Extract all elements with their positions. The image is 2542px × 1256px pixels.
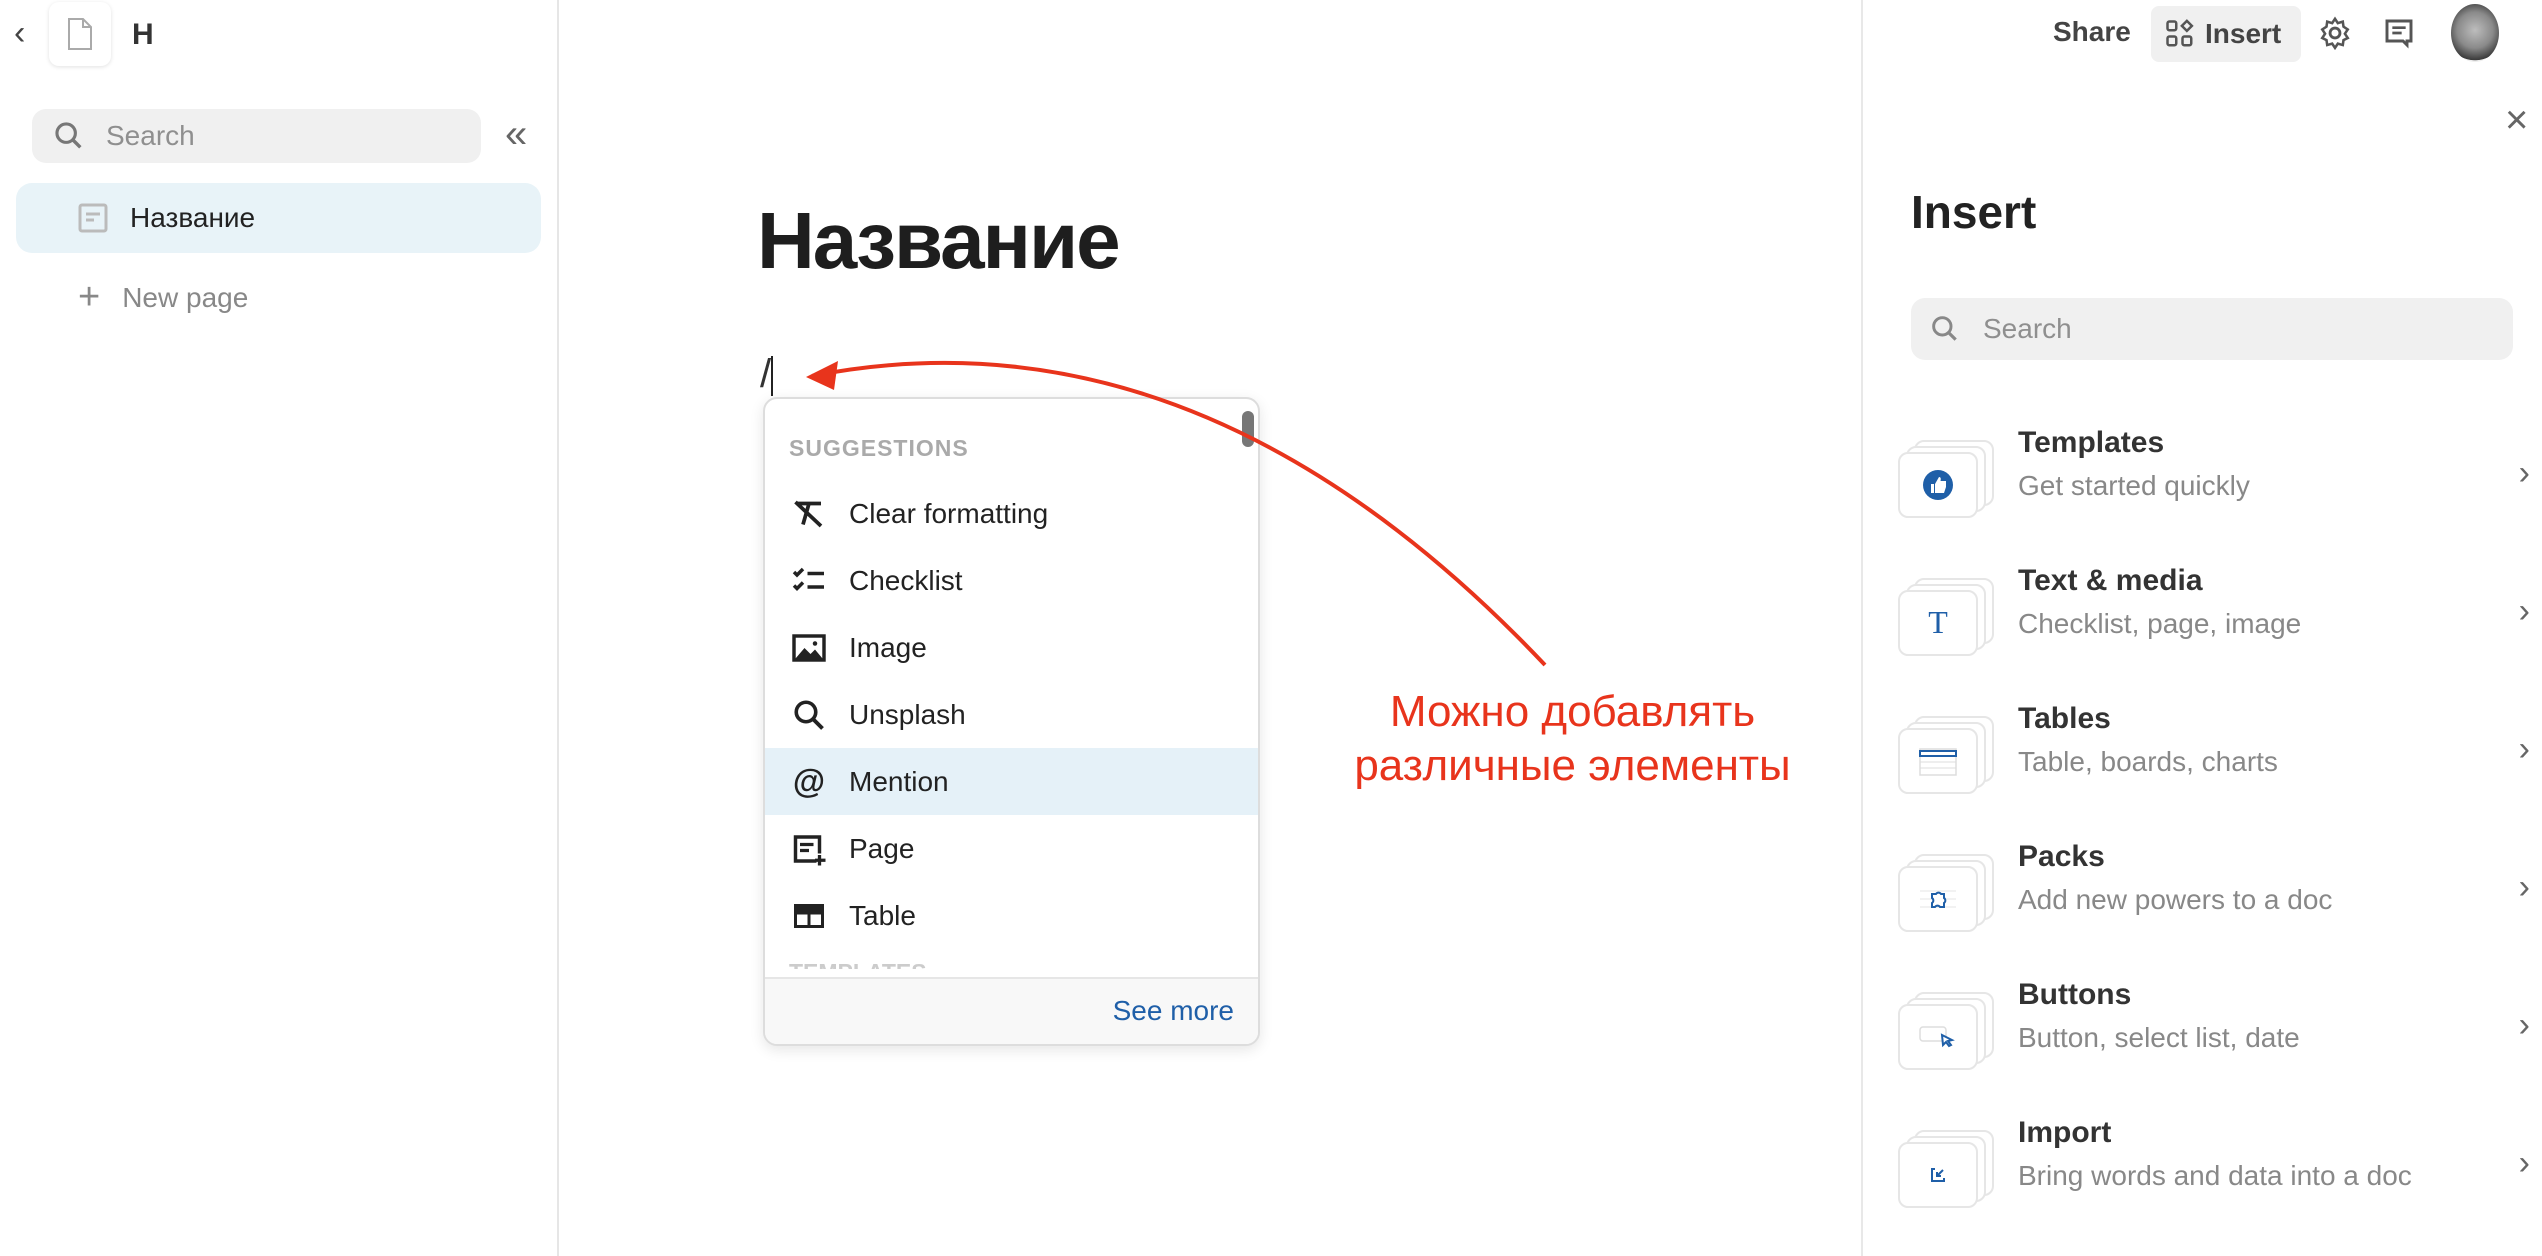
chevron-right-icon: ›	[2518, 868, 2530, 906]
category-title: Import	[2018, 1116, 2112, 1149]
chevron-right-icon: ›	[2518, 1006, 2530, 1044]
comment-icon[interactable]	[2383, 17, 2415, 49]
table-icon	[1898, 716, 1994, 802]
insert-panel-title: Insert	[1911, 186, 2037, 238]
insert-category-tables[interactable]: Tables Table, boards, charts ›	[1890, 702, 2530, 826]
insert-category-import[interactable]: Import Bring words and data into a doc ›	[1890, 1116, 2530, 1240]
chevron-right-icon: ›	[2518, 592, 2530, 630]
cursor-button-icon	[1898, 992, 1994, 1078]
insert-blocks-icon	[2166, 19, 2194, 47]
chevron-right-icon: ›	[2518, 1144, 2530, 1182]
category-subtitle: Table, boards, charts	[2018, 746, 2278, 777]
category-title: Buttons	[2018, 978, 2132, 1011]
gear-icon[interactable]	[2318, 16, 2352, 50]
insert-search-input[interactable]: Search	[1911, 298, 2513, 360]
share-button[interactable]: Share	[2053, 16, 2131, 48]
panel-divider	[1861, 0, 1863, 1256]
insert-category-packs[interactable]: Packs Add new powers to a doc ›	[1890, 840, 2530, 964]
svg-text:T: T	[1928, 604, 1948, 640]
avatar[interactable]	[2451, 4, 2499, 62]
puzzle-icon	[1898, 854, 1994, 940]
insert-category-buttons[interactable]: Buttons Button, select list, date ›	[1890, 978, 2530, 1102]
search-icon	[1932, 316, 1957, 341]
chevron-right-icon: ›	[2518, 454, 2530, 492]
category-subtitle: Bring words and data into a doc	[2018, 1160, 2412, 1191]
import-icon	[1898, 1130, 1994, 1216]
close-icon[interactable]: ×	[2505, 98, 2528, 143]
thumbs-up-icon	[1898, 440, 1994, 526]
category-subtitle: Checklist, page, image	[2018, 608, 2302, 639]
category-title: Tables	[2018, 702, 2111, 735]
category-subtitle: Get started quickly	[2018, 470, 2250, 501]
category-title: Templates	[2018, 426, 2165, 459]
insert-category-text-media[interactable]: T Text & media Checklist, page, image ›	[1890, 564, 2530, 688]
insert-button[interactable]: Insert	[2151, 6, 2301, 62]
category-subtitle: Button, select list, date	[2018, 1022, 2300, 1053]
annotation-text: Можно добавлять различные элементы	[1354, 687, 1791, 790]
text-icon: T	[1898, 578, 1994, 664]
chevron-right-icon: ›	[2518, 730, 2530, 768]
category-title: Text & media	[2018, 564, 2203, 597]
category-subtitle: Add new powers to a doc	[2018, 884, 2333, 915]
category-title: Packs	[2018, 840, 2105, 873]
insert-category-templates[interactable]: Templates Get started quickly ›	[1890, 426, 2530, 550]
